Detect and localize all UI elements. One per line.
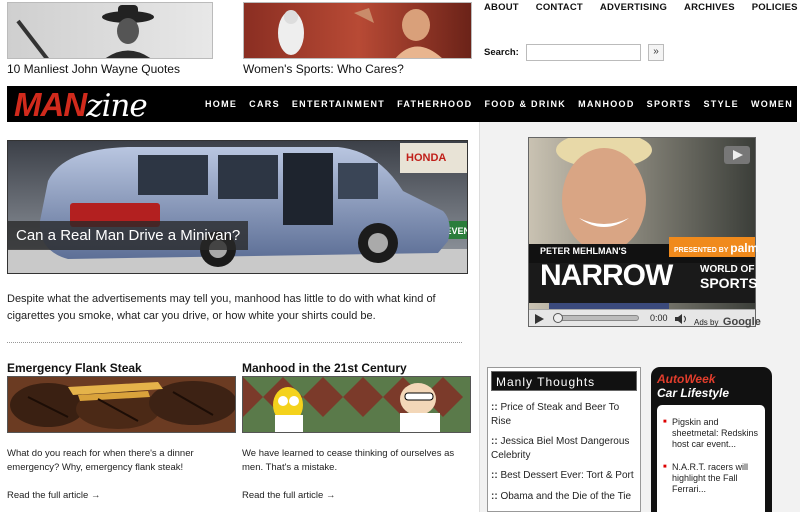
play-icon [535, 314, 544, 324]
speaker-icon [675, 314, 686, 324]
hero-minivan-image[interactable]: HONDA 7-ELEVEN [7, 140, 468, 274]
archives-link[interactable]: ARCHIVES [684, 2, 735, 13]
autoweek-item[interactable]: N.A.R.T. racers will highlight the Fall … [663, 462, 761, 495]
contact-link[interactable]: CONTACT [536, 2, 583, 13]
feature-manhood-read-more[interactable]: Read the full article → [242, 490, 335, 501]
manly-thoughts-item[interactable]: :: Best Dessert Ever: Tort & Port [491, 469, 636, 483]
hero-caption[interactable]: Can a Real Man Drive a Minivan? [8, 221, 249, 250]
autoweek-item[interactable]: Pigskin and sheetmetal: Redskins host ca… [663, 417, 761, 450]
ad-progress-knob[interactable] [553, 313, 563, 323]
ad-title-world-of: WORLD OF [700, 264, 755, 275]
john-wayne-promo-image[interactable] [7, 2, 213, 59]
content-divider [7, 342, 462, 343]
ad-presenter-text: PETER MEHLMAN'S [540, 246, 627, 256]
bullet-icon: :: [491, 436, 498, 447]
nav-food-drink[interactable]: FOOD & DRINK [484, 99, 566, 109]
ad-presented-by: PRESENTED BY palm [674, 241, 758, 255]
ad-title-sports: SPORTS [700, 275, 758, 291]
feature-manhood-text: We have learned to cease thinking of our… [242, 448, 455, 473]
womens-sports-promo-caption[interactable]: Women's Sports: Who Cares? [243, 62, 404, 76]
ad-time: 0:00 [650, 313, 668, 323]
womens-sports-promo-image[interactable] [243, 2, 472, 59]
search-button[interactable]: » [648, 44, 664, 61]
hero-intro-text: Despite what the advertisements may tell… [7, 293, 436, 322]
nav-fatherhood[interactable]: FATHERHOOD [397, 99, 472, 109]
autoweek-subtitle: Car Lifestyle [657, 386, 730, 400]
nav-cars[interactable]: CARS [249, 99, 280, 109]
nav-home[interactable]: HOME [205, 99, 237, 109]
autoweek-logo[interactable]: AutoWeek [657, 372, 715, 386]
manly-thoughts-item[interactable]: :: Jessica Biel Most Dangerous Celebrity [491, 435, 636, 463]
ad-progress-track[interactable] [553, 313, 639, 323]
john-wayne-promo-caption[interactable]: 10 Manliest John Wayne Quotes [7, 62, 180, 76]
feature-steak-read-more[interactable]: Read the full article → [7, 490, 100, 501]
about-link[interactable]: ABOUT [484, 2, 519, 13]
google-logo-text: Google [722, 316, 761, 328]
honda-sign-text: HONDA [406, 152, 446, 164]
manly-thoughts-item[interactable]: :: Obama and the Die of the Tie [491, 490, 636, 504]
nav-manhood[interactable]: MANHOOD [578, 99, 635, 109]
bullet-icon: :: [491, 470, 498, 481]
manly-thoughts-item[interactable]: :: Price of Steak and Beer To Rise [491, 401, 636, 429]
feature-steak-text: What do you reach for when there's a din… [7, 448, 194, 473]
ads-by-label: Ads by [694, 318, 719, 327]
site-logo[interactable]: MANzine [14, 86, 148, 124]
logo-man: MAN [14, 86, 87, 123]
manly-thoughts-heading: Manly Thoughts [491, 371, 637, 391]
ad-sponsor-palm: palm [730, 241, 759, 255]
nav-style[interactable]: STYLE [703, 99, 739, 109]
bullet-icon: :: [491, 491, 498, 502]
nav-sports[interactable]: SPORTS [647, 99, 692, 109]
nav-women[interactable]: WOMEN [751, 99, 793, 109]
ad-title-narrow: NARROW [540, 259, 673, 292]
ad-play-button[interactable] [533, 312, 545, 330]
top-links: ABOUT CONTACT ADVERTISING ARCHIVES POLIC… [484, 2, 800, 13]
ad-volume-button[interactable] [674, 312, 688, 330]
feature-steak-title[interactable]: Emergency Flank Steak [7, 361, 142, 375]
policies-link[interactable]: POLICIES [752, 2, 798, 13]
nav-entertainment[interactable]: ENTERTAINMENT [292, 99, 385, 109]
advertising-link[interactable]: ADVERTISING [600, 2, 667, 13]
search-label: Search: [484, 47, 519, 58]
ads-by-google[interactable]: Ads by Google [694, 312, 761, 330]
feature-steak-image[interactable] [7, 376, 236, 433]
ad-presented-by-label: PRESENTED BY [674, 247, 729, 254]
search-input[interactable] [526, 44, 641, 61]
bullet-icon: :: [491, 402, 498, 413]
feature-manhood-title[interactable]: Manhood in the 21st Century [242, 361, 407, 375]
main-nav: HOME CARS ENTERTAINMENT FATHERHOOD FOOD … [205, 86, 793, 122]
video-ad[interactable] [528, 137, 756, 327]
logo-zine: zine [86, 88, 148, 124]
feature-manhood-image[interactable] [242, 376, 471, 433]
